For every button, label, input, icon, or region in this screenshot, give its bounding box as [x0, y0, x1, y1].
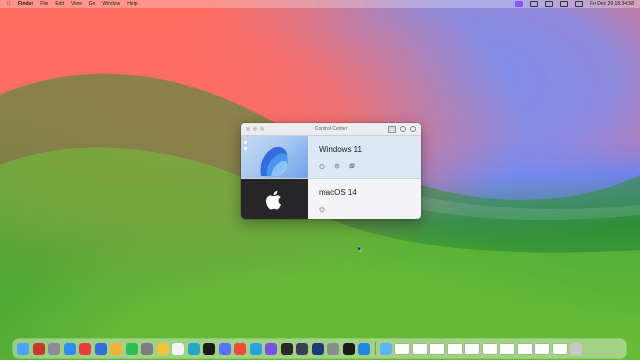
mail-icon[interactable]	[79, 342, 91, 355]
app-icon-red[interactable]	[234, 342, 246, 355]
dock-separator	[374, 342, 376, 355]
folder-icon[interactable]	[379, 342, 392, 355]
power-icon[interactable]	[319, 163, 325, 169]
minimized-window-thumbnail[interactable]	[552, 343, 567, 354]
macos-thumbnail	[241, 178, 308, 219]
app-icon-blue[interactable]	[218, 342, 231, 355]
minimized-window-thumbnail[interactable]	[430, 343, 445, 354]
apple-logo-icon	[265, 190, 281, 209]
chrome-icon[interactable]	[156, 342, 169, 355]
settings-icon[interactable]	[141, 342, 153, 355]
app-icon-navy[interactable]	[311, 342, 324, 355]
parallels-icon[interactable]	[32, 342, 45, 355]
vm-name: Windows 11	[319, 145, 362, 154]
power-icon[interactable]	[319, 206, 325, 212]
menu-go[interactable]: Go	[89, 1, 96, 7]
minimized-window-thumbnail[interactable]	[465, 343, 480, 354]
share-icon[interactable]	[349, 163, 355, 169]
menu-window[interactable]: Window	[102, 1, 120, 7]
obs-icon[interactable]	[342, 342, 355, 355]
terminal-icon[interactable]	[280, 342, 293, 355]
menu-app-name[interactable]: Finder	[18, 1, 33, 7]
trash-icon[interactable]	[570, 342, 583, 355]
finder-icon[interactable]	[17, 342, 29, 355]
dock	[13, 339, 626, 358]
minimized-window-thumbnail[interactable]	[412, 343, 427, 354]
app-icon-purple[interactable]	[265, 342, 277, 355]
parallels-status-icon[interactable]	[515, 1, 524, 7]
launchpad-icon[interactable]	[48, 342, 60, 355]
minimized-window-thumbnail[interactable]	[517, 343, 532, 354]
minimized-window-thumbnail[interactable]	[482, 343, 497, 354]
minimized-window-thumbnail[interactable]	[535, 343, 550, 354]
menu-bar:  Finder File Edit View Go Window Help F…	[0, 0, 640, 8]
telegram-icon[interactable]	[249, 342, 262, 355]
window-title: Control Center	[314, 126, 348, 132]
menu-file[interactable]: File	[40, 1, 48, 7]
safari-icon[interactable]	[63, 342, 76, 355]
windows-icon[interactable]	[358, 342, 370, 355]
menu-edit[interactable]: Edit	[55, 1, 64, 7]
control-center-icon[interactable]	[575, 1, 584, 7]
wifi-icon[interactable]	[545, 1, 554, 7]
menu-view[interactable]: View	[71, 1, 82, 7]
battery-icon[interactable]	[530, 1, 539, 7]
app-icon-dark[interactable]	[296, 342, 308, 355]
mouse-cursor-icon	[358, 246, 363, 252]
control-center-window: Control Center Windows 11 macOS 14	[241, 123, 421, 219]
minimized-window-thumbnail[interactable]	[447, 343, 462, 354]
windows-thumbnail	[241, 136, 308, 178]
notes-icon[interactable]	[172, 342, 184, 355]
settings-icon[interactable]	[334, 163, 340, 169]
vm-row-macos[interactable]: macOS 14	[241, 178, 421, 219]
keynote-icon[interactable]	[94, 342, 107, 355]
app-icon-gray[interactable]	[327, 342, 339, 355]
minimized-window-thumbnail[interactable]	[500, 343, 515, 354]
apple-menu-icon[interactable]: 	[6, 1, 11, 7]
vm-name: macOS 14	[319, 187, 357, 197]
photos-icon[interactable]	[110, 342, 122, 355]
vm-row-windows[interactable]: Windows 11	[241, 136, 421, 178]
menu-clock[interactable]: Fri Dec 29 18:34:58	[590, 1, 634, 7]
minimized-window-thumbnail[interactable]	[395, 343, 410, 354]
chatgpt-icon[interactable]	[203, 342, 215, 355]
facetime-icon[interactable]	[125, 342, 138, 355]
window-titlebar: Control Center	[241, 123, 421, 136]
menu-help[interactable]: Help	[127, 1, 137, 7]
edge-icon[interactable]	[187, 342, 200, 355]
search-icon[interactable]	[560, 1, 569, 7]
